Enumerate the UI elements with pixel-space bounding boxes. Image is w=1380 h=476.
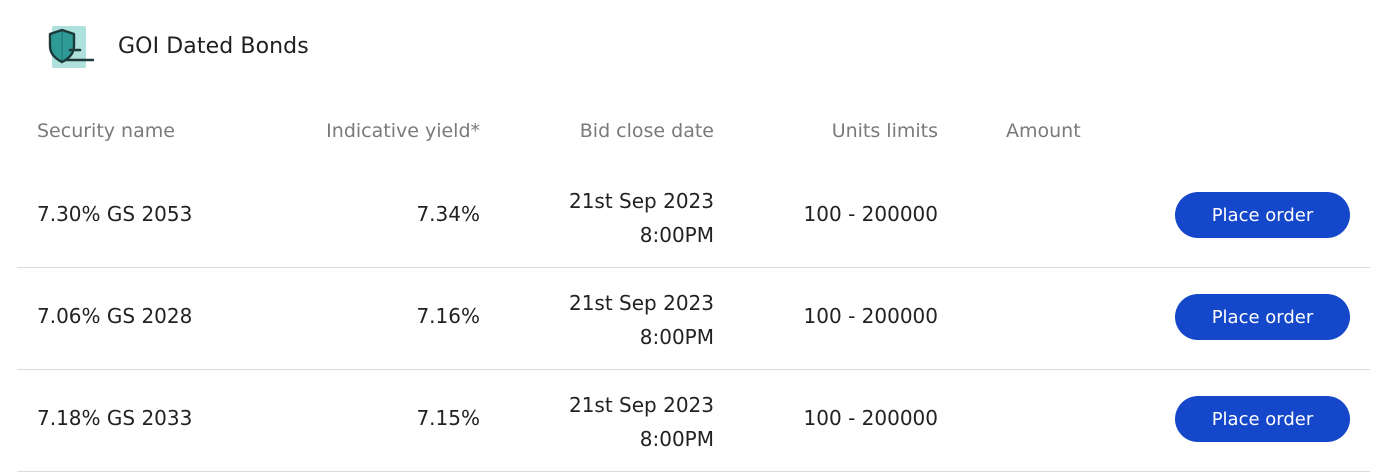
table-header: Security name Indicative yield* Bid clos… [17,98,1370,166]
place-order-button[interactable]: Place order [1175,396,1350,442]
security-name: 7.30% GS 2053 [37,202,193,226]
section-header: GOI Dated Bonds [36,20,309,72]
units-limits: 100 - 200000 [803,304,938,328]
bid-close-date: 21st Sep 2023 8:00PM [569,184,714,252]
bid-close-date-time: 8:00PM [639,223,714,247]
column-header-security-name: Security name [37,120,175,142]
column-header-amount: Amount [1006,120,1081,142]
units-limits: 100 - 200000 [803,202,938,226]
bid-close-date-day: 21st Sep 2023 [568,291,714,315]
bid-close-date: 21st Sep 2023 8:00PM [569,286,714,354]
table-row: 7.18% GS 2033 7.15% 21st Sep 2023 8:00PM… [17,370,1370,472]
security-name: 7.06% GS 2028 [37,304,193,328]
place-order-button[interactable]: Place order [1175,294,1350,340]
table-row: 7.06% GS 2028 7.16% 21st Sep 2023 8:00PM… [17,268,1370,370]
place-order-button[interactable]: Place order [1175,192,1350,238]
bid-close-date-day: 21st Sep 2023 [568,393,714,417]
security-name: 7.18% GS 2033 [37,406,193,430]
bonds-table: Security name Indicative yield* Bid clos… [17,98,1370,472]
bid-close-date: 21st Sep 2023 8:00PM [569,388,714,456]
column-header-bid-close-date: Bid close date [579,120,714,142]
indicative-yield: 7.16% [416,304,480,328]
indicative-yield: 7.15% [416,406,480,430]
bid-close-date-day: 21st Sep 2023 [568,189,714,213]
bid-close-date-time: 8:00PM [639,427,714,451]
table-row: 7.30% GS 2053 7.34% 21st Sep 2023 8:00PM… [17,166,1370,268]
units-limits: 100 - 200000 [803,406,938,430]
indicative-yield: 7.34% [416,202,480,226]
column-header-indicative-yield: Indicative yield* [326,120,480,142]
shield-card-icon [36,22,94,70]
page-title: GOI Dated Bonds [118,33,309,59]
bid-close-date-time: 8:00PM [639,325,714,349]
column-header-units-limits: Units limits [831,120,938,142]
